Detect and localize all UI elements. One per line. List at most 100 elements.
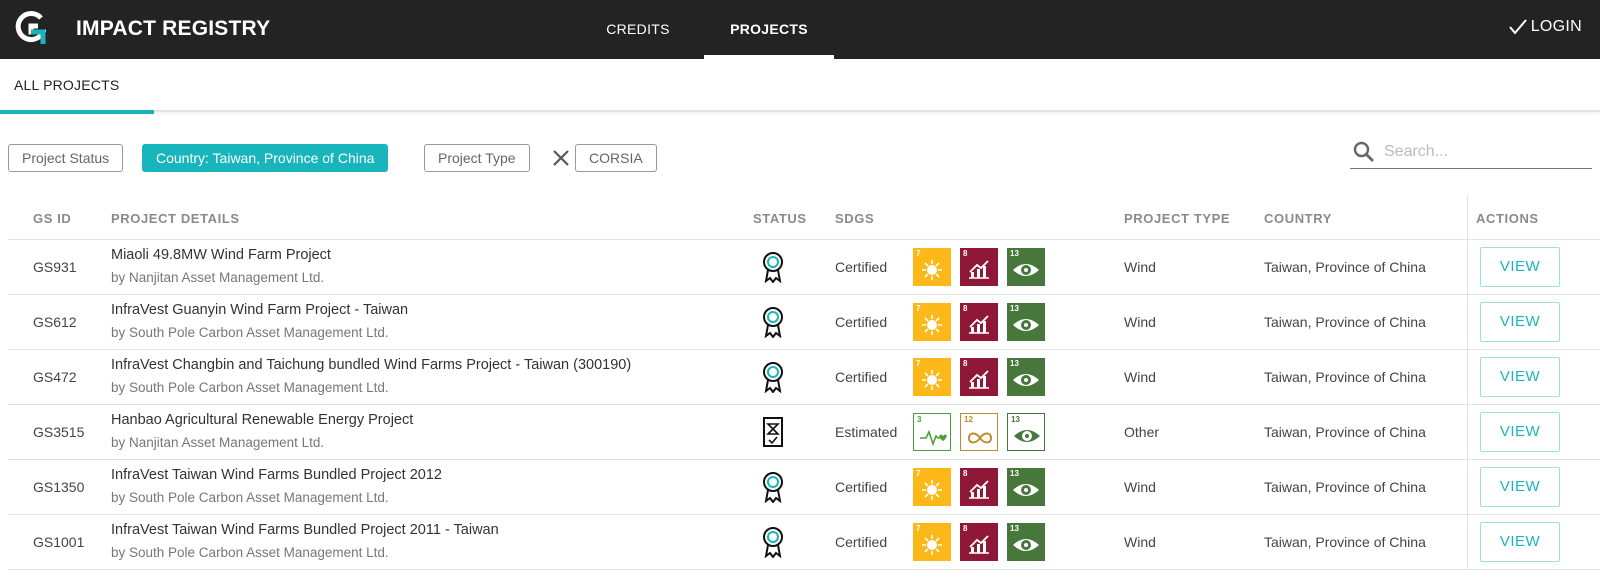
project-developer: by South Pole Carbon Asset Management Lt… — [111, 325, 389, 340]
sdg-icons: 7 8 13 — [913, 523, 1045, 561]
actions-divider — [1467, 240, 1468, 294]
gs-id: GS1350 — [33, 479, 85, 495]
login-button[interactable]: LOGIN — [1508, 18, 1582, 36]
nav-tab-projects[interactable]: PROJECTS — [704, 0, 834, 59]
view-button[interactable]: VIEW — [1480, 467, 1560, 507]
status-text: Certified — [835, 534, 888, 550]
actions-divider — [1467, 195, 1468, 239]
sdg-13-climate-action-icon: 13 — [1007, 358, 1045, 396]
status-text: Certified — [835, 259, 888, 275]
column-header-project-type[interactable]: PROJECT TYPE — [1124, 211, 1230, 226]
gs-id: GS612 — [33, 314, 77, 330]
certified-award-icon — [761, 471, 785, 504]
gs-id: GS472 — [33, 369, 77, 385]
sdg-13-climate-action-icon: 13 — [1007, 248, 1045, 286]
project-developer: by South Pole Carbon Asset Management Lt… — [111, 545, 389, 560]
sdg-8-decent-work-icon: 8 — [960, 303, 998, 341]
sdg-13-climate-action-icon: 13 — [1007, 303, 1045, 341]
project-developer: by South Pole Carbon Asset Management Lt… — [111, 490, 389, 505]
login-label: LOGIN — [1530, 18, 1582, 35]
sdg-8-decent-work-icon: 8 — [960, 468, 998, 506]
column-header-country[interactable]: COUNTRY — [1264, 211, 1332, 226]
sdg-8-decent-work-icon: 8 — [960, 358, 998, 396]
actions-divider — [1467, 515, 1468, 569]
table-row: GS3515 Hanbao Agricultural Renewable Ener… — [8, 405, 1600, 460]
sdg-3-good-health-icon: 3 — [913, 413, 951, 451]
clear-filters-icon[interactable] — [551, 148, 571, 168]
tab-all-projects[interactable]: ALL PROJECTS — [0, 59, 154, 114]
project-title[interactable]: InfraVest Taiwan Wind Farms Bundled Proj… — [111, 467, 442, 483]
column-header-actions: ACTIONS — [1476, 211, 1539, 226]
sdg-7-clean-energy-icon: 7 — [913, 303, 951, 341]
column-header-sdgs[interactable]: SDGS — [835, 211, 874, 226]
column-header-status[interactable]: STATUS — [753, 211, 807, 226]
sdg-13-climate-action-icon: 13 — [1007, 523, 1045, 561]
sdg-icons: 3 12 13 — [913, 413, 1045, 451]
project-type: Wind — [1124, 369, 1156, 385]
view-button[interactable]: VIEW — [1480, 357, 1560, 397]
table-row: GS1001 InfraVest Taiwan Wind Farms Bundle… — [8, 515, 1600, 570]
project-type-filter[interactable]: Project Type — [424, 144, 530, 172]
country: Taiwan, Province of China — [1264, 424, 1426, 440]
column-header-gs-id[interactable]: GS ID — [33, 211, 71, 226]
certified-award-icon — [761, 526, 785, 559]
table-row: GS472 InfraVest Changbin and Taichung bun… — [8, 350, 1600, 405]
sdg-icons: 7 8 13 — [913, 303, 1045, 341]
projects-table: GS ID PROJECT DETAILS STATUS SDGS PROJEC… — [8, 195, 1600, 570]
actions-divider — [1467, 295, 1468, 349]
project-type: Wind — [1124, 479, 1156, 495]
project-title[interactable]: Hanbao Agricultural Renewable Energy Pro… — [111, 412, 413, 428]
table-header: GS ID PROJECT DETAILS STATUS SDGS PROJEC… — [8, 195, 1600, 240]
search-input[interactable] — [1384, 139, 1584, 165]
project-title[interactable]: Miaoli 49.8MW Wind Farm Project — [111, 247, 331, 263]
actions-divider — [1467, 350, 1468, 404]
sdg-13-climate-action-icon: 13 — [1007, 413, 1045, 451]
country: Taiwan, Province of China — [1264, 369, 1426, 385]
goldstandard-g-logo[interactable] — [14, 10, 46, 46]
project-type: Wind — [1124, 534, 1156, 550]
table-row: GS612 InfraVest Guanyin Wind Farm Project… — [8, 295, 1600, 350]
column-header-project-details[interactable]: PROJECT DETAILS — [111, 211, 240, 226]
project-status-filter[interactable]: Project Status — [8, 144, 124, 172]
project-type: Wind — [1124, 259, 1156, 275]
top-bar: IMPACT REGISTRY CREDITS PROJECTS LOGIN — [0, 0, 1600, 59]
estimated-document-icon — [761, 416, 785, 448]
view-button[interactable]: VIEW — [1480, 522, 1560, 562]
gs-id: GS3515 — [33, 424, 85, 440]
sdg-7-clean-energy-icon: 7 — [913, 523, 951, 561]
view-button[interactable]: VIEW — [1480, 302, 1560, 342]
project-title[interactable]: InfraVest Taiwan Wind Farms Bundled Proj… — [111, 522, 499, 538]
certified-award-icon — [761, 306, 785, 339]
project-title[interactable]: InfraVest Changbin and Taichung bundled … — [111, 357, 631, 373]
project-title[interactable]: InfraVest Guanyin Wind Farm Project - Ta… — [111, 302, 408, 318]
sdg-13-climate-action-icon: 13 — [1007, 468, 1045, 506]
country: Taiwan, Province of China — [1264, 259, 1426, 275]
view-button[interactable]: VIEW — [1480, 247, 1560, 287]
sdg-7-clean-energy-icon: 7 — [913, 468, 951, 506]
status-text: Certified — [835, 369, 888, 385]
app-title: IMPACT REGISTRY — [76, 17, 271, 40]
sdg-icons: 7 8 13 — [913, 248, 1045, 286]
country: Taiwan, Province of China — [1264, 314, 1426, 330]
sdg-icons: 7 8 13 — [913, 468, 1045, 506]
certified-award-icon — [761, 251, 785, 284]
sdg-icons: 7 8 13 — [913, 358, 1045, 396]
project-developer: by South Pole Carbon Asset Management Lt… — [111, 380, 389, 395]
actions-divider — [1467, 460, 1468, 514]
sub-navigation: ALL PROJECTS — [0, 59, 1600, 114]
certified-award-icon — [761, 361, 785, 394]
status-text: Estimated — [835, 424, 898, 440]
checkmark-icon — [1508, 19, 1527, 35]
nav-tab-credits[interactable]: CREDITS — [596, 0, 680, 59]
status-text: Certified — [835, 479, 888, 495]
status-text: Certified — [835, 314, 888, 330]
view-button[interactable]: VIEW — [1480, 412, 1560, 452]
country-filter[interactable]: Country: Taiwan, Province of China — [142, 144, 389, 172]
sdg-8-decent-work-icon: 8 — [960, 523, 998, 561]
gs-id: GS1001 — [33, 534, 85, 550]
country: Taiwan, Province of China — [1264, 479, 1426, 495]
sdg-7-clean-energy-icon: 7 — [913, 248, 951, 286]
actions-divider — [1467, 405, 1468, 459]
corsia-filter[interactable]: CORSIA — [575, 144, 657, 172]
table-row: GS1350 InfraVest Taiwan Wind Farms Bundle… — [8, 460, 1600, 515]
